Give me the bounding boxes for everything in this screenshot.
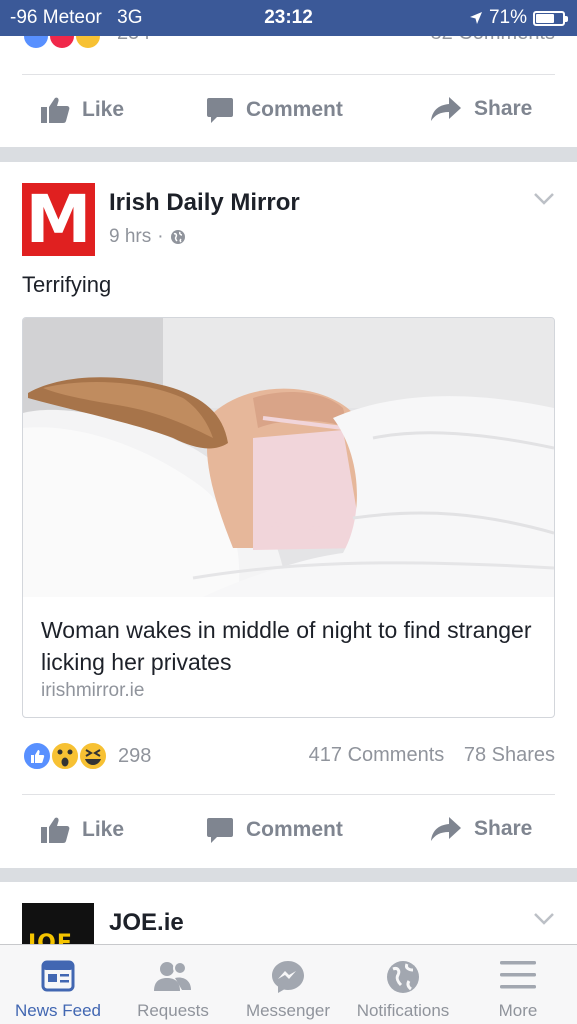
post-card-irish-daily-mirror: M Irish Daily Mirror 9 hrs · Terrifying [0, 162, 577, 868]
reactions-summary: 298 417 Comments 78 Shares [22, 740, 555, 774]
comment-button[interactable]: Comment [206, 816, 343, 844]
post-time[interactable]: 9 hrs [109, 226, 151, 248]
tab-more[interactable]: More [460, 945, 576, 1024]
post-options-chevron-icon[interactable] [533, 192, 555, 206]
reaction-count: 298 [118, 744, 152, 767]
divider [22, 74, 555, 75]
thumbs-up-icon [41, 817, 70, 843]
comment-label: Comment [246, 98, 343, 121]
battery-icon [533, 10, 568, 26]
link-title[interactable]: Woman wakes in middle of night to find s… [41, 614, 541, 678]
divider [22, 794, 555, 795]
link-preview-image [23, 318, 554, 597]
tab-label: More [498, 1001, 538, 1020]
tab-messenger[interactable]: Messenger [230, 945, 346, 1024]
share-button[interactable]: Share [430, 816, 532, 842]
page-avatar[interactable]: M [22, 183, 95, 256]
like-button[interactable]: Like [40, 816, 124, 844]
comment-bubble-icon [207, 818, 233, 843]
tab-requests[interactable]: Requests [115, 945, 231, 1024]
tab-notifications[interactable]: Notifications [345, 945, 461, 1024]
friend-requests-icon [154, 961, 191, 991]
post-meta: 9 hrs · [109, 226, 186, 248]
share-button[interactable]: Share [430, 96, 532, 122]
meta-separator: · [157, 226, 164, 247]
share-label: Share [474, 817, 533, 840]
globe-privacy-icon [170, 230, 185, 244]
bottom-tab-bar: News Feed Requests Messenger Notificatio… [0, 944, 577, 1024]
sleeping-woman-photo [23, 318, 554, 597]
post-options-chevron-icon[interactable] [533, 912, 555, 926]
reaction-icons [22, 741, 108, 771]
share-arrow-icon [431, 817, 461, 841]
action-bar: Like Comment Share [0, 80, 577, 140]
comment-button[interactable]: Comment [206, 96, 343, 124]
thumbs-up-icon [41, 97, 70, 123]
status-right: 71% [469, 7, 568, 29]
comment-bubble-icon [207, 98, 233, 123]
facebook-app-screen: -96 Meteor 3G 23:12 71% 254 82 Comments … [0, 0, 577, 1024]
tab-news-feed[interactable]: News Feed [0, 945, 116, 1024]
action-bar: Like Comment Share [0, 800, 577, 860]
engagement-counts: 417 Comments 78 Shares [309, 744, 555, 767]
news-feed-icon [41, 960, 75, 992]
share-count[interactable]: 78 Shares [464, 744, 555, 766]
status-bar: -96 Meteor 3G 23:12 71% [0, 0, 577, 36]
globe-icon [387, 961, 419, 993]
comment-label: Comment [246, 818, 343, 841]
reactions-group[interactable]: 298 [22, 740, 151, 772]
battery-fill [536, 13, 554, 23]
page-name[interactable]: JOE.ie [109, 909, 184, 937]
location-arrow-icon [469, 12, 482, 24]
share-arrow-icon [431, 97, 461, 121]
like-button[interactable]: Like [40, 96, 124, 124]
battery-percent: 71% [488, 7, 527, 28]
like-label: Like [82, 98, 125, 121]
messenger-icon [272, 961, 304, 993]
link-preview[interactable]: Woman wakes in middle of night to find s… [22, 317, 555, 718]
comment-count[interactable]: 417 Comments [309, 744, 445, 766]
link-domain: irishmirror.ie [41, 680, 145, 701]
post-text: Terrifying [22, 272, 112, 297]
page-name[interactable]: Irish Daily Mirror [109, 189, 300, 217]
share-label: Share [474, 97, 533, 120]
like-label: Like [82, 818, 125, 841]
hamburger-menu-icon [500, 961, 536, 989]
